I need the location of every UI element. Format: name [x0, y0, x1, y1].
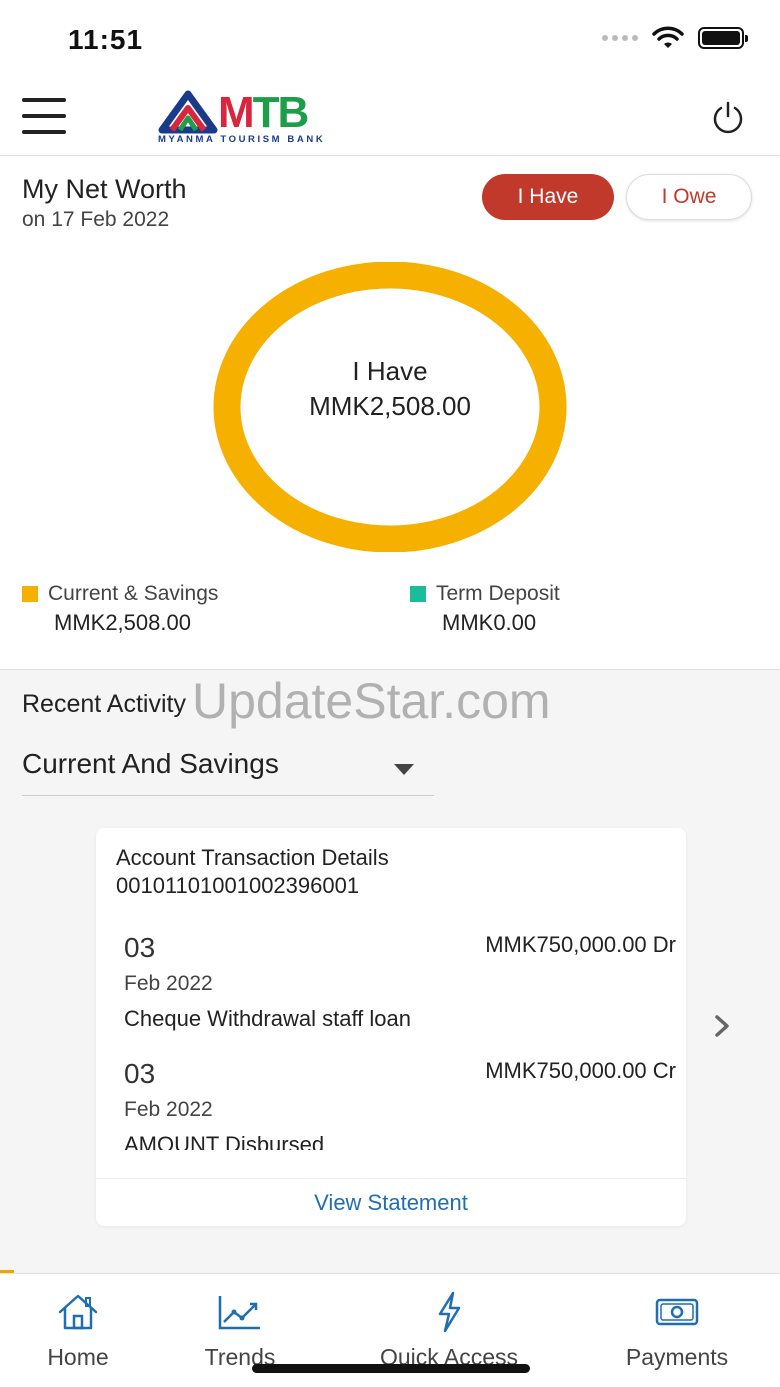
cash-icon — [655, 1298, 699, 1326]
transaction-description: AMOUNT Disbursed — [124, 1132, 325, 1150]
app-header: MTB MYANMA TOURISM BANK — [0, 80, 780, 156]
net-worth-card: My Net Worth on 17 Feb 2022 I Have I Owe… — [0, 156, 780, 670]
transaction-row[interactable]: 03 Feb 2022 MMK750,000.00 Cr AMOUNT Disb… — [124, 1050, 676, 1150]
net-worth-title: My Net Worth — [22, 174, 187, 204]
net-worth-date: on 17 Feb 2022 — [22, 208, 170, 231]
donut-label-value: MMK2,508.00 — [309, 391, 471, 421]
power-logout-icon[interactable] — [708, 98, 748, 138]
legend-name: Current & Savings — [48, 582, 219, 605]
i-have-tab[interactable]: I Have — [482, 174, 614, 220]
tab-trends[interactable]: Trends — [190, 1284, 290, 1374]
tab-label: Payments — [625, 1344, 729, 1370]
transaction-amount: MMK750,000.00 Cr — [485, 1058, 676, 1083]
transaction-day: 03 — [124, 1058, 156, 1089]
donut-label-title: I Have — [352, 356, 428, 386]
status-bar: 11:51 — [0, 0, 780, 80]
caret-down-icon — [394, 764, 414, 775]
lightning-icon — [438, 1291, 461, 1333]
tab-quick-access[interactable]: Quick Access — [360, 1284, 538, 1374]
mtb-logo: MTB MYANMA TOURISM BANK — [158, 88, 350, 148]
recent-activity-section: Recent Activity UpdateStar.com Current A… — [0, 672, 780, 1272]
tab-payments[interactable]: Payments — [612, 1284, 742, 1374]
view-statement-link[interactable]: View Statement — [96, 1178, 686, 1226]
hamburger-menu-icon[interactable] — [22, 98, 66, 134]
tab-label: Home — [47, 1344, 109, 1370]
tab-home[interactable]: Home — [28, 1284, 128, 1374]
transaction-row[interactable]: 03 Feb 2022 MMK750,000.00 Dr Cheque With… — [124, 924, 676, 1050]
status-time: 11:51 — [68, 24, 144, 55]
status-icons — [602, 26, 748, 50]
trends-icon — [218, 1296, 260, 1330]
cellular-signal-icon — [602, 35, 638, 41]
account-type-value: Current And Savings — [22, 748, 279, 779]
account-type-dropdown[interactable]: Current And Savings — [22, 744, 434, 796]
transaction-month: Feb 2022 — [124, 972, 213, 995]
transaction-amount: MMK750,000.00 Dr — [485, 932, 676, 957]
home-indicator — [252, 1364, 530, 1373]
legend-name: Term Deposit — [436, 582, 560, 605]
legend-swatch-orange — [22, 586, 38, 602]
battery-icon — [698, 27, 748, 49]
i-owe-tab[interactable]: I Owe — [626, 174, 752, 220]
recent-activity-title: Recent Activity — [22, 690, 186, 718]
logo-triangle-icon — [158, 90, 218, 134]
logo-wordmark: MTB — [218, 88, 309, 137]
transaction-details-card: Account Transaction Details 001011010010… — [96, 828, 686, 1226]
logo-subtitle: MYANMA TOURISM BANK — [158, 134, 326, 145]
transaction-card-title: Account Transaction Details — [116, 845, 389, 870]
watermark: UpdateStar.com — [192, 673, 551, 729]
legend-value: MMK2,508.00 — [54, 610, 191, 635]
transaction-month: Feb 2022 — [124, 1098, 213, 1121]
transaction-list[interactable]: 03 Feb 2022 MMK750,000.00 Dr Cheque With… — [96, 924, 686, 1150]
legend-value: MMK0.00 — [442, 610, 537, 635]
transaction-card-header: Account Transaction Details 001011010010… — [116, 844, 389, 900]
legend-swatch-teal — [410, 586, 426, 602]
transaction-description: Cheque Withdrawal staff loan — [124, 1006, 411, 1031]
wifi-icon — [652, 26, 684, 48]
chevron-right-icon[interactable] — [708, 1012, 736, 1040]
home-icon — [58, 1294, 98, 1330]
account-number: 0010110100100239600​1 — [116, 873, 360, 898]
transaction-day: 03 — [124, 932, 156, 963]
donut-center-label: I Have MMK2,508.00 — [213, 356, 567, 422]
